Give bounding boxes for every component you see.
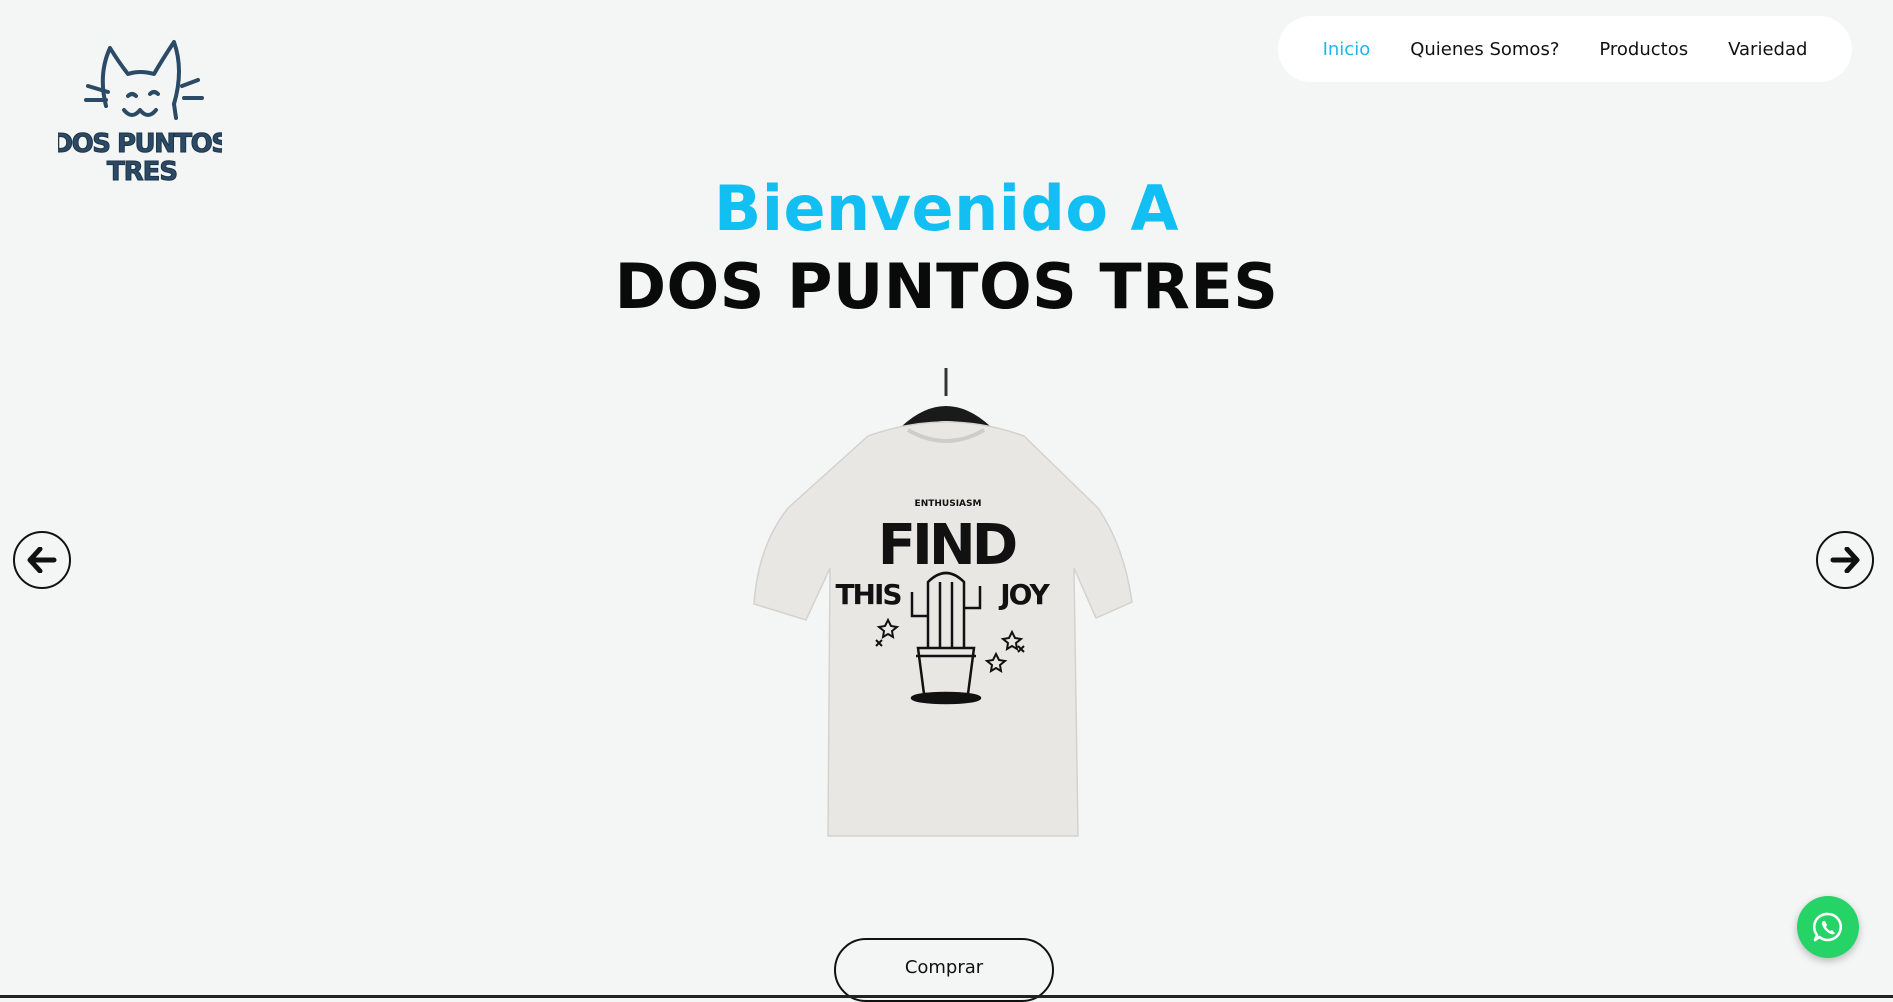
nav-item-inicio[interactable]: Inicio — [1323, 39, 1371, 60]
arrow-left-icon — [27, 547, 57, 573]
carousel-next-button[interactable] — [1816, 531, 1874, 589]
print-joy-text: JOY — [998, 578, 1050, 611]
print-find-text: FIND — [878, 513, 1016, 578]
arrow-right-icon — [1830, 547, 1860, 573]
cat-logo-icon — [84, 40, 204, 120]
hero-title-brand: DOS PUNTOS TRES — [614, 250, 1279, 323]
carousel-slide-tshirt-image: ENTHUSIASM FIND THIS JOY — [753, 368, 1133, 837]
print-this-text: THIS — [835, 578, 901, 611]
nav-item-quienes-somos[interactable]: Quienes Somos? — [1410, 39, 1559, 60]
nav-item-variedad[interactable]: Variedad — [1728, 39, 1807, 60]
main-nav: Inicio Quienes Somos? Productos Variedad — [1278, 16, 1852, 82]
carousel-prev-button[interactable] — [13, 531, 71, 589]
whatsapp-button[interactable] — [1797, 896, 1859, 958]
logo-text-line1: DOS PUNTOS — [58, 129, 222, 159]
brand-logo[interactable]: DOS PUNTOS TRES — [58, 34, 222, 186]
nav-item-productos[interactable]: Productos — [1599, 39, 1688, 60]
whatsapp-icon — [1812, 912, 1843, 942]
hero-title-welcome: Bienvenido A — [713, 172, 1180, 245]
print-top-text: ENTHUSIASM — [915, 499, 982, 509]
buy-button[interactable]: Comprar — [834, 938, 1054, 1002]
